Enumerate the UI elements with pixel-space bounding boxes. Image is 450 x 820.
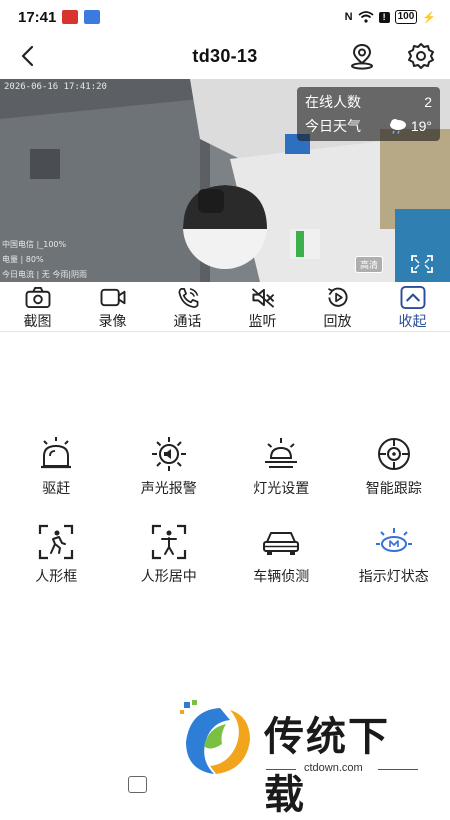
wifi-icon xyxy=(358,11,374,23)
feature-grid-row-2: 人形框 人形居中 车辆侦测 指示灯状态 xyxy=(0,522,450,586)
sound-light-alarm-button[interactable]: 声光报警 xyxy=(113,434,226,498)
vehicle-detection-icon xyxy=(261,522,301,562)
playback-button[interactable]: 回放 xyxy=(300,284,375,331)
osd-line: 电量 | 80% xyxy=(2,254,44,265)
collapse-label: 收起 xyxy=(399,311,427,331)
status-icons: N ! 100 ⚡ xyxy=(345,10,436,24)
vehicle-detection-button[interactable]: 车辆侦测 xyxy=(225,522,338,586)
battery-indicator: 100 xyxy=(395,10,418,24)
weather-value: 19° xyxy=(388,118,432,134)
watermark-rule xyxy=(378,769,418,770)
record-button[interactable]: 录像 xyxy=(75,284,150,331)
video-record-icon xyxy=(99,286,127,309)
recent-apps-button[interactable] xyxy=(128,776,147,793)
info-panel: 在线人数 2 今日天气 19° xyxy=(297,87,440,141)
drive-away-button[interactable]: 驱赶 xyxy=(0,434,113,498)
collapse-button[interactable]: 收起 xyxy=(375,284,450,331)
smart-tracking-label: 智能跟踪 xyxy=(366,478,422,498)
listen-label: 监听 xyxy=(249,311,277,331)
light-settings-label: 灯光设置 xyxy=(253,478,309,498)
watermark-url: ctdown.com xyxy=(304,762,363,774)
alert-icon: ! xyxy=(379,12,390,23)
speaker-muted-icon xyxy=(249,286,277,309)
back-arrow-icon[interactable] xyxy=(12,40,44,72)
light-settings-button[interactable]: 灯光设置 xyxy=(225,434,338,498)
weather-row: 今日天气 19° xyxy=(305,114,432,138)
video-timestamp: 2026-06-16 17:41:20 xyxy=(4,82,107,92)
nfc-icon: N xyxy=(345,11,353,23)
feature-grid-row-1: 驱赶 声光报警 灯光设置 xyxy=(0,434,450,498)
human-center-button[interactable]: 人形居中 xyxy=(113,522,226,586)
phone-icon xyxy=(174,286,202,309)
temperature: 19° xyxy=(411,118,432,134)
usb-icon xyxy=(84,10,100,24)
cloudy-rain-icon xyxy=(388,118,408,134)
indicator-light-label: 指示灯状态 xyxy=(359,566,429,586)
call-label: 通话 xyxy=(174,311,202,331)
playback-label: 回放 xyxy=(324,311,352,331)
location-icon[interactable] xyxy=(346,40,378,72)
fullscreen-icon[interactable] xyxy=(410,254,434,274)
live-video-feed[interactable]: 2026-06-16 17:41:20 中国电信 |_100% 电量 | 80%… xyxy=(0,79,450,282)
record-label: 录像 xyxy=(99,311,127,331)
osd-line: 今日电流 | 无 今雨|阴雨 xyxy=(2,269,87,280)
vehicle-detection-label: 车辆侦测 xyxy=(253,566,309,586)
playback-icon xyxy=(324,286,352,309)
alarm-light-icon xyxy=(36,434,76,474)
app-notification-icon xyxy=(62,10,78,24)
sound-light-alarm-icon xyxy=(149,434,189,474)
watermark-logo xyxy=(180,700,256,780)
online-users-row: 在线人数 2 xyxy=(305,90,432,114)
weather-label: 今日天气 xyxy=(305,116,361,136)
listen-button[interactable]: 监听 xyxy=(225,284,300,331)
charging-icon: ⚡ xyxy=(422,11,436,24)
light-settings-icon xyxy=(261,434,301,474)
human-center-label: 人形居中 xyxy=(141,566,197,586)
page-title: td30-13 xyxy=(0,46,450,67)
app-header: td30-13 xyxy=(0,34,450,78)
smart-tracking-button[interactable]: 智能跟踪 xyxy=(338,434,450,498)
indicator-light-button[interactable]: 指示灯状态 xyxy=(338,522,450,586)
quality-badge[interactable]: 高清 xyxy=(355,256,383,273)
screenshot-label: 截图 xyxy=(24,311,52,331)
online-users-label: 在线人数 xyxy=(305,92,361,112)
status-time: 17:41 xyxy=(18,9,56,26)
human-frame-icon xyxy=(36,522,76,562)
indicator-light-icon xyxy=(374,522,414,562)
sound-light-alarm-label: 声光报警 xyxy=(141,478,197,498)
osd-line: 中国电信 |_100% xyxy=(2,239,66,250)
collapse-icon xyxy=(399,286,427,309)
control-toolbar: 截图 录像 通话 监听 回放 收起 xyxy=(0,284,450,332)
call-button[interactable]: 通话 xyxy=(150,284,225,331)
camera-icon xyxy=(24,286,52,309)
gear-icon[interactable] xyxy=(405,40,437,72)
online-users-count: 2 xyxy=(424,94,432,110)
watermark: 传统下载 ctdown.com xyxy=(180,700,430,780)
watermark-rule xyxy=(266,769,296,770)
screenshot-button[interactable]: 截图 xyxy=(0,284,75,331)
human-center-icon xyxy=(149,522,189,562)
smart-tracking-icon xyxy=(374,434,414,474)
status-bar: 17:41 N ! 100 ⚡ xyxy=(0,0,450,34)
drive-away-label: 驱赶 xyxy=(42,478,70,498)
human-frame-button[interactable]: 人形框 xyxy=(0,522,113,586)
human-frame-label: 人形框 xyxy=(35,566,77,586)
